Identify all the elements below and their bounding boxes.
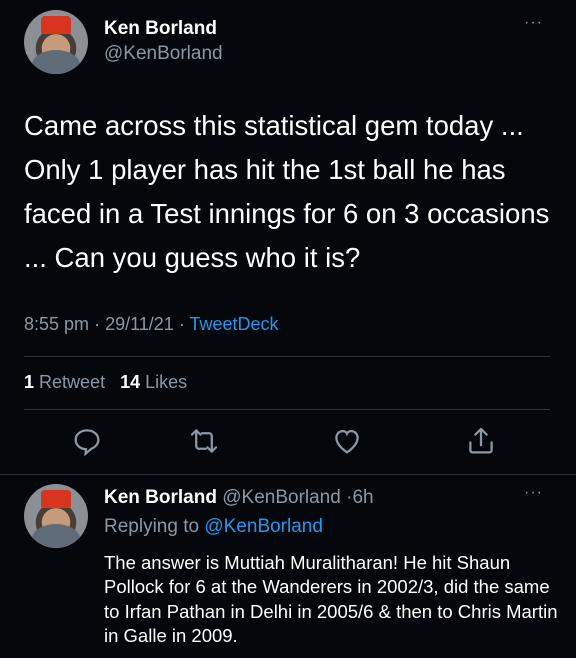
- more-options-icon[interactable]: ···: [524, 484, 543, 502]
- replying-to-handle[interactable]: @KenBorland: [204, 516, 323, 537]
- meta-separator: ·: [94, 314, 101, 334]
- reply-icon: [74, 429, 100, 457]
- more-options-icon[interactable]: ···: [524, 14, 543, 32]
- author-name[interactable]: Ken Borland: [104, 18, 217, 40]
- tweet-text: Came across this statistical gem today .…: [24, 110, 550, 273]
- author-handle[interactable]: @KenBorland: [104, 43, 223, 65]
- reply-text: The answer is Muttiah Muralitharan! He h…: [104, 552, 558, 646]
- retweet-button[interactable]: [187, 424, 221, 458]
- divider: [24, 409, 550, 410]
- author-handle[interactable]: @KenBorland: [222, 487, 341, 508]
- retweet-stat[interactable]: 1 Retweet: [24, 372, 105, 392]
- likes-stat[interactable]: 14 Likes: [120, 372, 187, 392]
- reply-button[interactable]: [70, 424, 104, 458]
- meta-separator: ·: [178, 314, 185, 334]
- likes-count: 14: [120, 372, 141, 392]
- replying-to: Replying to @KenBorland: [104, 516, 323, 538]
- replying-label: Replying to: [104, 516, 200, 537]
- retweet-label: Retweet: [39, 372, 106, 392]
- tweet-meta: 8:55 pm · 29/11/21 · TweetDeck: [24, 314, 279, 335]
- likes-label: Likes: [145, 372, 188, 392]
- share-icon: [469, 427, 493, 454]
- tweet-date[interactable]: 29/11/21: [105, 314, 174, 334]
- divider: [0, 474, 576, 475]
- avatar[interactable]: [24, 10, 88, 74]
- tweet-age[interactable]: 6h: [352, 487, 373, 508]
- tweet-thread: Ken Borland @KenBorland ··· Came across …: [0, 0, 576, 658]
- reply-header: Ken Borland @KenBorland ·6h: [104, 487, 374, 509]
- like-button[interactable]: [330, 424, 364, 458]
- divider: [24, 356, 550, 357]
- retweet-count: 1: [24, 372, 35, 392]
- author-name[interactable]: Ken Borland: [104, 487, 217, 508]
- tweet-time[interactable]: 8:55 pm: [24, 314, 89, 334]
- avatar[interactable]: [24, 484, 88, 548]
- tweet-stats: 1 Retweet 14 Likes: [24, 372, 187, 393]
- retweet-icon: [190, 429, 218, 453]
- tweet-source[interactable]: TweetDeck: [190, 314, 279, 334]
- like-icon: [335, 429, 359, 454]
- share-button[interactable]: [464, 424, 498, 458]
